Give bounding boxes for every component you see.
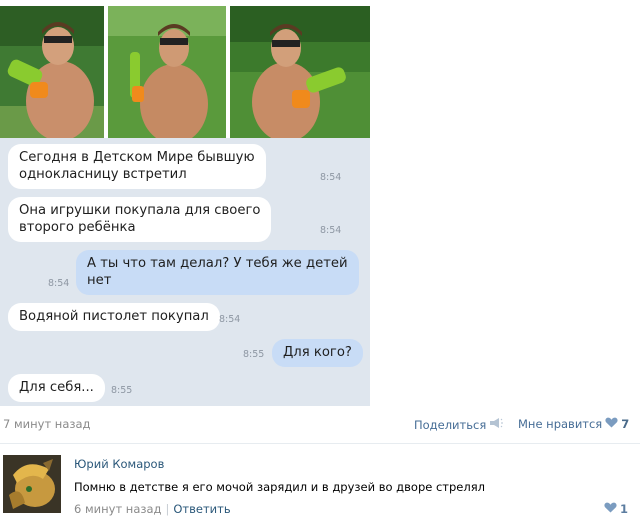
post-photo-2[interactable] (108, 6, 226, 138)
message-bubble-outgoing: А ты что там делал? У тебя же детей нет (76, 250, 359, 295)
message-text-line: Водяной пистолет покупал (19, 309, 209, 324)
like-label: Мне нравится (518, 417, 603, 431)
message-bubble-incoming: Водяной пистолет покупал (8, 303, 220, 331)
heart-icon (605, 417, 618, 431)
comment-like-count: 1 (620, 502, 629, 516)
comment-meta: 6 минут назад | Ответить (74, 502, 231, 516)
wall-post: Сегодня в Детском Мире бывшую однокласни… (0, 0, 640, 525)
heart-icon (604, 502, 617, 516)
post-photo-3[interactable] (230, 6, 370, 138)
photo-strip (0, 0, 370, 138)
message-time: 8:54 (320, 172, 342, 183)
message-time: 8:54 (48, 278, 70, 289)
message-bubble-incoming: Она игрушки покупала для своего второго … (8, 197, 272, 242)
message-text-line: нет (87, 273, 112, 288)
post-timestamp[interactable]: 7 минут назад (3, 417, 90, 431)
message-text-line: Сегодня в Детском Мире бывшую (19, 150, 255, 165)
message-text-line: второго ребёнка (19, 220, 136, 235)
message-time: 8:55 (111, 385, 133, 396)
share-button[interactable]: Поделиться (414, 417, 504, 432)
message-bubble-incoming: Сегодня в Детском Мире бывшую однокласни… (8, 144, 266, 189)
message-time: 8:54 (320, 225, 342, 236)
message-text-line: Она игрушки покупала для своего (19, 203, 261, 218)
message-text-line: Для кого? (283, 345, 352, 360)
like-button[interactable]: Мне нравится 7 (518, 417, 629, 431)
share-label: Поделиться (414, 417, 487, 432)
message-text-line: Для себя... (19, 380, 94, 395)
message-bubble-incoming: Для себя... (8, 374, 105, 402)
message-bubble-outgoing: Для кого? (272, 339, 363, 367)
comment-author[interactable]: Юрий Комаров (74, 457, 164, 471)
post-photo-1[interactable] (0, 6, 104, 138)
share-icon (489, 417, 504, 432)
comment-text: Помню в детстве я его мочой зарядил и в … (74, 480, 485, 494)
message-time: 8:55 (243, 349, 265, 360)
divider (0, 443, 640, 444)
reply-button[interactable]: Ответить (173, 502, 230, 516)
message-text-line: А ты что там делал? У тебя же детей (87, 256, 348, 271)
comment-like-button[interactable]: 1 (604, 502, 628, 516)
avatar[interactable] (3, 455, 61, 513)
message-time: 8:54 (219, 314, 241, 325)
like-count: 7 (621, 417, 630, 431)
comment-timestamp[interactable]: 6 минут назад (74, 502, 161, 516)
message-text-line: однокласницу встретил (19, 167, 187, 182)
chat-screenshot: Сегодня в Детском Мире бывшую однокласни… (0, 138, 370, 406)
meta-separator: | (165, 502, 170, 516)
